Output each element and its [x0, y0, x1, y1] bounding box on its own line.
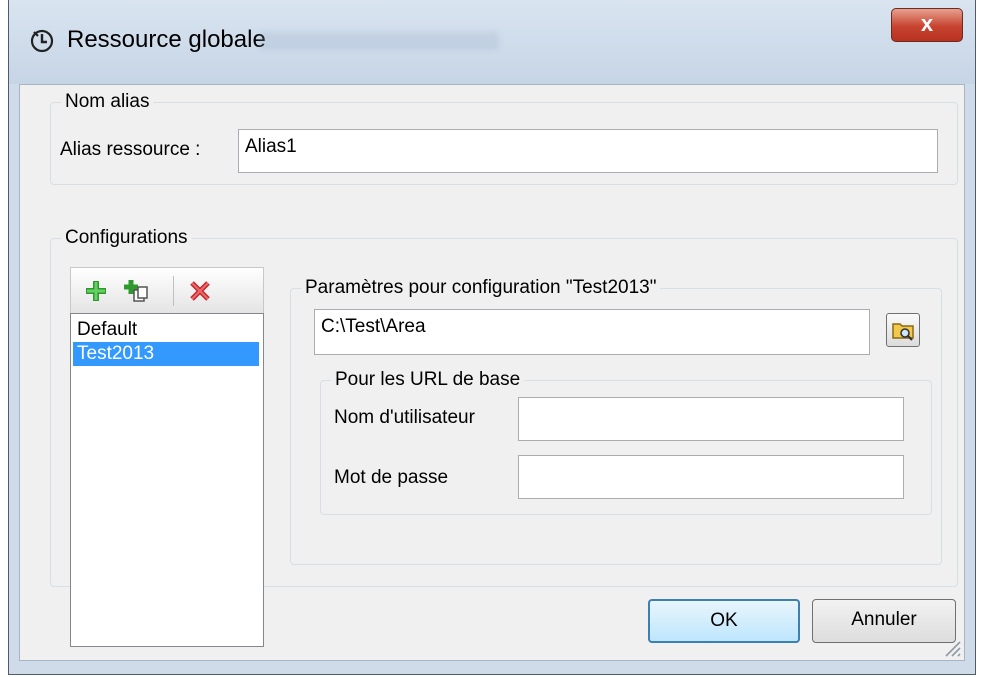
list-item-default[interactable]: Default: [73, 318, 259, 342]
configurations-legend: Configurations: [65, 227, 188, 248]
username-label: Nom d'utilisateur: [334, 407, 475, 428]
delete-x-icon[interactable]: [187, 278, 213, 304]
add-copy-icon[interactable]: [123, 278, 149, 304]
toolbar-separator: [173, 276, 174, 306]
path-input[interactable]: C:\Test\Area: [314, 309, 870, 355]
title-reflection: [259, 32, 499, 50]
password-label: Mot de passe: [334, 467, 449, 488]
alias-group-legend: Nom alias: [65, 91, 150, 112]
global-resource-icon: [30, 29, 54, 53]
title-bar[interactable]: Ressource globale x: [9, 0, 975, 84]
close-button[interactable]: x: [891, 8, 963, 42]
username-input[interactable]: [518, 397, 904, 441]
configurations-list[interactable]: Default Test2013: [70, 313, 264, 647]
add-plus-icon[interactable]: [83, 278, 109, 304]
alias-label: Alias ressource :: [60, 139, 201, 160]
ok-button[interactable]: OK: [648, 599, 800, 643]
dialog-window: Ressource globale x Nom alias Alias ress…: [8, 0, 976, 675]
window-title: Ressource globale: [67, 26, 266, 53]
browse-button[interactable]: [886, 313, 920, 347]
list-item-test2013[interactable]: Test2013: [73, 342, 259, 366]
alias-input[interactable]: Alias1: [238, 129, 938, 173]
resize-grip-icon[interactable]: [942, 638, 962, 658]
folder-browse-icon: [892, 323, 914, 341]
configurations-toolbar: [70, 267, 264, 313]
parameters-legend: Paramètres pour configuration "Test2013": [305, 277, 657, 298]
password-input[interactable]: [518, 455, 904, 499]
cancel-button[interactable]: Annuler: [812, 599, 956, 643]
base-url-legend: Pour les URL de base: [335, 369, 521, 390]
dialog-body: Nom alias Alias ressource : Alias1 Confi…: [19, 84, 965, 661]
